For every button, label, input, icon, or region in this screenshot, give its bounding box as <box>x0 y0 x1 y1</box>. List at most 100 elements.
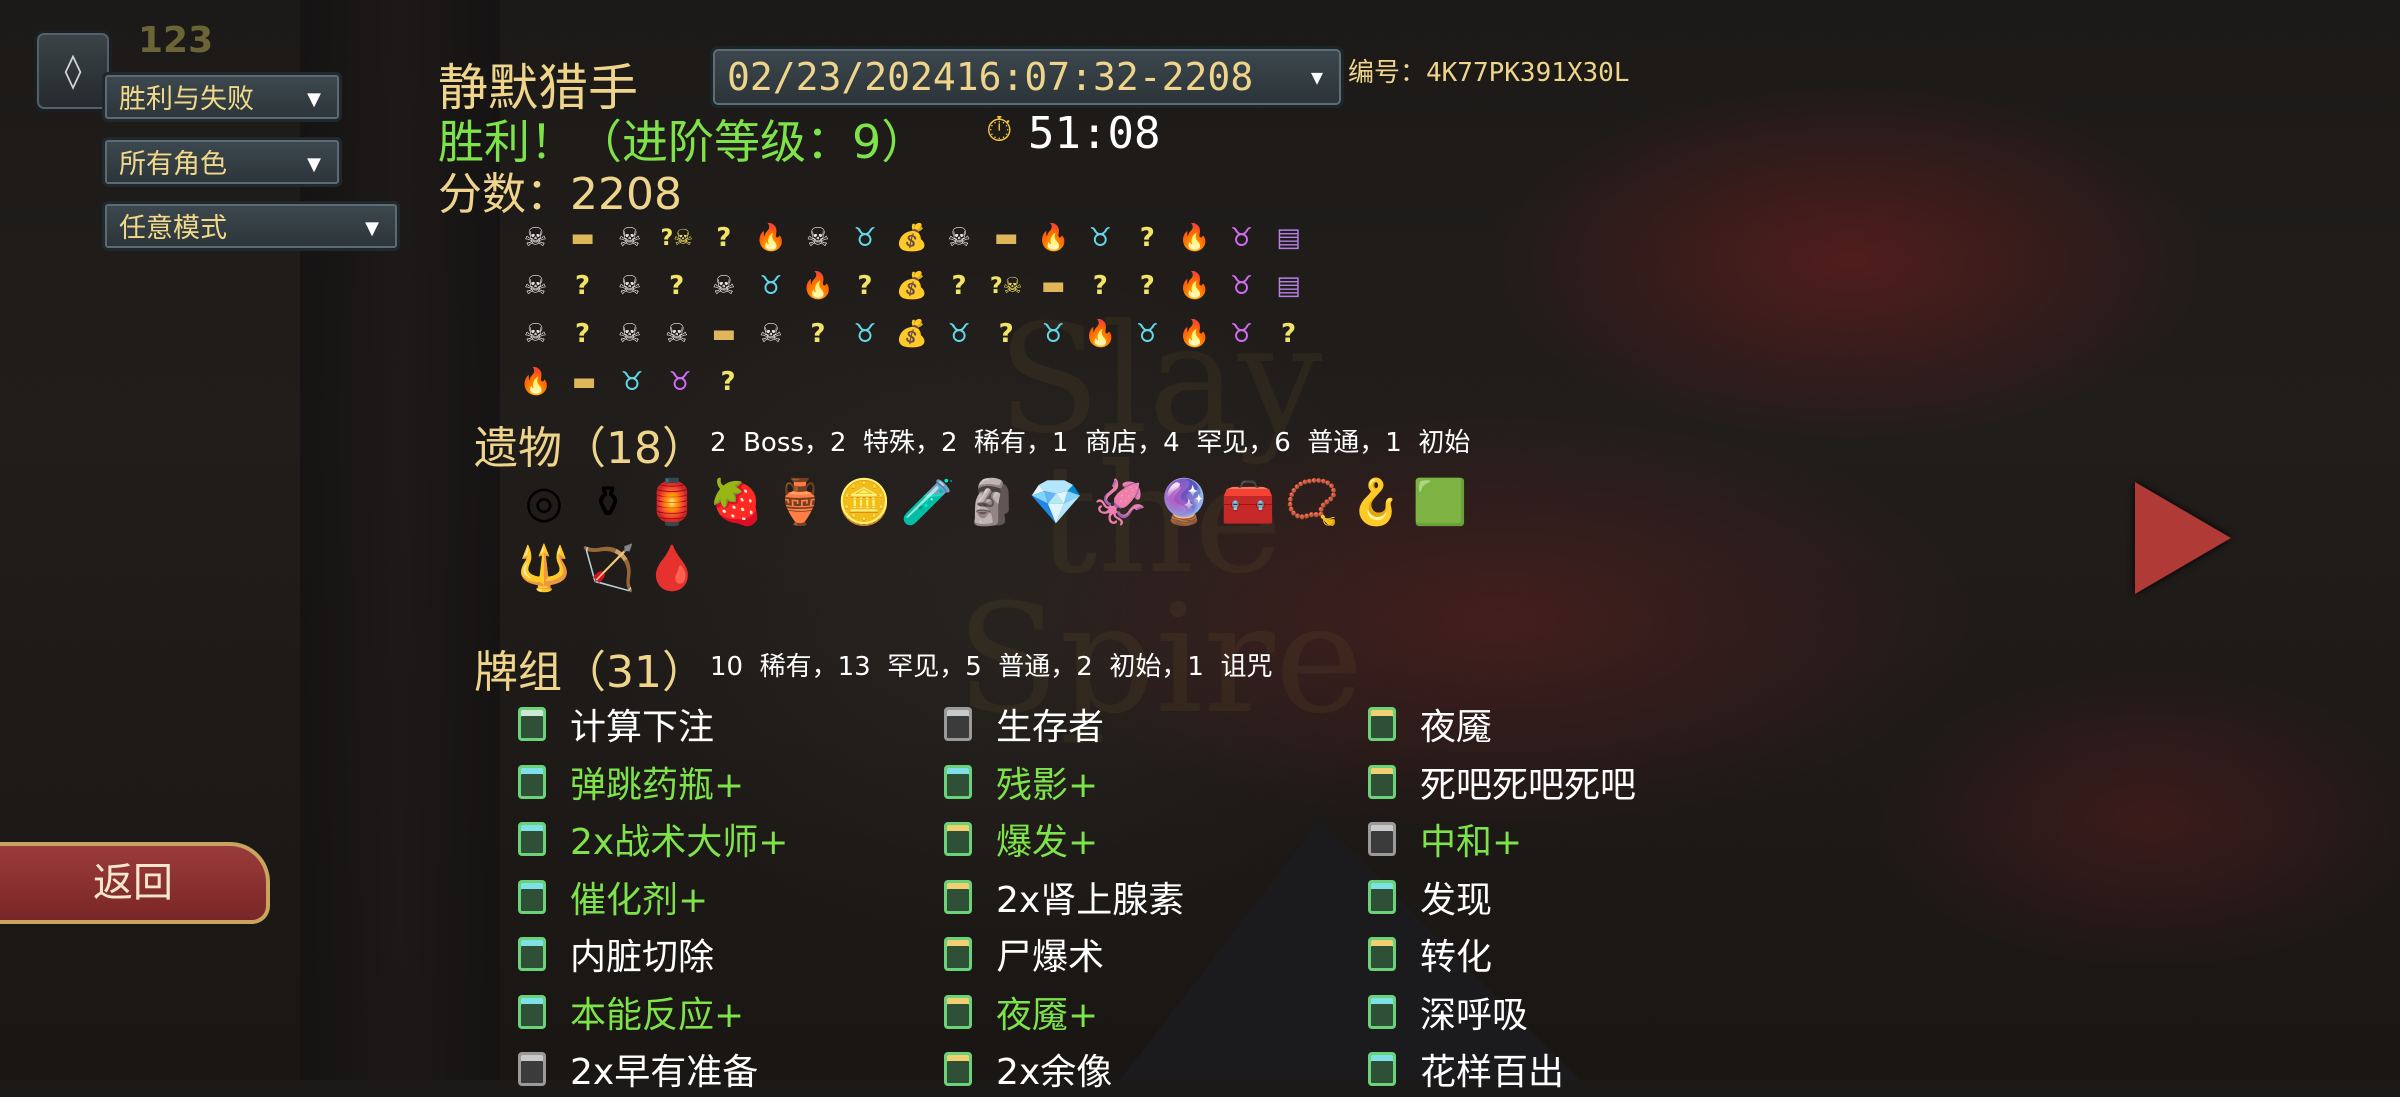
blood-vial-relic-icon[interactable]: 🩸 <box>640 536 704 600</box>
compendium-button[interactable]: ◊ <box>34 30 112 112</box>
crystal-relic-icon[interactable]: 💎 <box>1024 470 1088 534</box>
orb-relic-icon[interactable]: 🔮 <box>1152 470 1216 534</box>
deck-card[interactable]: 2x余像 <box>944 1041 1112 1097</box>
boss-room-icon[interactable]: ♉ <box>1218 310 1265 358</box>
event-room-icon[interactable]: ? <box>983 310 1030 358</box>
event-room-icon[interactable]: ? <box>704 358 752 406</box>
elite-room-icon[interactable]: ♉ <box>1124 310 1171 358</box>
treasure-room-icon[interactable]: ▬ <box>1030 262 1077 310</box>
next-run-arrow-icon[interactable] <box>2135 482 2231 594</box>
event-room-icon[interactable]: ? <box>794 310 841 358</box>
unknown-monster-room-icon[interactable]: ?☠ <box>983 262 1030 310</box>
deck-card[interactable]: 夜魇 <box>1368 696 1492 752</box>
elite-room-icon[interactable]: ♉ <box>1077 214 1124 262</box>
event-room-icon[interactable]: ? <box>1077 262 1124 310</box>
deck-card[interactable]: 生存者 <box>944 696 1104 752</box>
monster-room-icon[interactable]: ☠ <box>512 262 559 310</box>
red-claw-relic-icon[interactable]: 🦑 <box>1088 470 1152 534</box>
bow-relic-icon[interactable]: 🏹 <box>576 536 640 600</box>
treasure-room-icon[interactable]: ▬ <box>983 214 1030 262</box>
event-room-icon[interactable]: ? <box>1124 262 1171 310</box>
treasure-room-icon[interactable]: ▬ <box>559 214 606 262</box>
monster-room-icon[interactable]: ☠ <box>700 262 747 310</box>
elite-room-icon[interactable]: ♉ <box>608 358 656 406</box>
deck-card[interactable]: 夜魇+ <box>944 984 1098 1040</box>
monster-room-icon[interactable]: ☠ <box>794 214 841 262</box>
elite-room-icon[interactable]: ♉ <box>1030 310 1077 358</box>
event-room-icon[interactable]: ? <box>653 262 700 310</box>
rest-room-icon[interactable]: 🔥 <box>1171 262 1218 310</box>
elite-room-icon[interactable]: ♉ <box>936 310 983 358</box>
event-room-icon[interactable]: ? <box>700 214 747 262</box>
event-room-icon[interactable]: ? <box>1265 310 1312 358</box>
monster-room-icon[interactable]: ☠ <box>606 214 653 262</box>
rest-room-icon[interactable]: 🔥 <box>512 358 560 406</box>
elite-room-icon[interactable]: ♉ <box>747 262 794 310</box>
boss-room-icon[interactable]: ♉ <box>1218 262 1265 310</box>
blue-lantern-relic-icon[interactable]: 🏮 <box>640 470 704 534</box>
shop-room-icon[interactable]: 💰 <box>889 310 936 358</box>
elite-room-icon[interactable]: ♉ <box>841 310 888 358</box>
back-button[interactable]: 返回 <box>0 842 270 924</box>
boss-room-icon[interactable]: ♉ <box>656 358 704 406</box>
deck-card[interactable]: 死吧死吧死吧 <box>1368 754 1636 810</box>
event-room-icon[interactable]: ? <box>559 310 606 358</box>
purple-pot-relic-icon[interactable]: 🏺 <box>768 470 832 534</box>
treasure-room-icon[interactable]: ▬ <box>700 310 747 358</box>
deck-card[interactable]: 转化 <box>1368 926 1492 982</box>
event-room-icon[interactable]: ? <box>936 262 983 310</box>
deck-card[interactable]: 2x早有准备 <box>518 1041 758 1097</box>
monster-room-icon[interactable]: ☠ <box>512 310 559 358</box>
pipe-relic-icon[interactable]: 🪝 <box>1344 470 1408 534</box>
deck-card[interactable]: 2x肾上腺素 <box>944 869 1184 925</box>
outcome-filter-dropdown[interactable]: 胜利与失败 ▼ <box>102 72 342 122</box>
deck-card[interactable]: 残影+ <box>944 754 1098 810</box>
monster-room-icon[interactable]: ☠ <box>936 214 983 262</box>
deck-card[interactable]: 催化剂+ <box>518 869 708 925</box>
treasure-room-icon[interactable]: ▬ <box>560 358 608 406</box>
event-room-icon[interactable]: ? <box>559 262 606 310</box>
deck-card[interactable]: 深呼吸 <box>1368 984 1528 1040</box>
blue-potion-relic-icon[interactable]: 🧪 <box>896 470 960 534</box>
rest-room-icon[interactable]: 🔥 <box>794 262 841 310</box>
deck-card[interactable]: 中和+ <box>1368 811 1522 867</box>
run-select-dropdown[interactable]: 02/23/202416:07:32-2208 ▼ <box>710 46 1344 108</box>
deck-card[interactable]: 尸爆术 <box>944 926 1104 982</box>
green-urn-relic-icon[interactable]: ⚱ <box>576 470 640 534</box>
rest-room-icon[interactable]: 🔥 <box>1077 310 1124 358</box>
deck-card[interactable]: 花样百出 <box>1368 1041 1564 1097</box>
deck-card[interactable]: 内脏切除 <box>518 926 714 982</box>
monster-room-icon[interactable]: ☠ <box>747 310 794 358</box>
rest-room-icon[interactable]: 🔥 <box>747 214 794 262</box>
monster-room-icon[interactable]: ☠ <box>606 262 653 310</box>
event-room-icon[interactable]: ? <box>1124 214 1171 262</box>
elite-room-icon[interactable]: ♉ <box>841 214 888 262</box>
boss-room-icon[interactable]: ♉ <box>1218 214 1265 262</box>
beads-relic-icon[interactable]: 📿 <box>1280 470 1344 534</box>
event-room-icon[interactable]: ? <box>841 262 888 310</box>
bosschest-room-icon[interactable]: ▤ <box>1265 214 1312 262</box>
deck-card[interactable]: 2x战术大师+ <box>518 811 788 867</box>
idol-relic-icon[interactable]: 🗿 <box>960 470 1024 534</box>
shop-room-icon[interactable]: 💰 <box>889 214 936 262</box>
deck-card[interactable]: 本能反应+ <box>518 984 744 1040</box>
rest-room-icon[interactable]: 🔥 <box>1171 214 1218 262</box>
chest-relic-icon[interactable]: 🧰 <box>1216 470 1280 534</box>
monster-room-icon[interactable]: ☠ <box>653 310 700 358</box>
mode-filter-dropdown[interactable]: 任意模式 ▼ <box>102 201 400 251</box>
shop-room-icon[interactable]: 💰 <box>889 262 936 310</box>
rest-room-icon[interactable]: 🔥 <box>1030 214 1077 262</box>
deck-card[interactable]: 弹跳药瓶+ <box>518 754 744 810</box>
deck-card[interactable]: 爆发+ <box>944 811 1098 867</box>
monster-room-icon[interactable]: ☠ <box>512 214 559 262</box>
ring-relic-icon[interactable]: ◎ <box>512 470 576 534</box>
deck-card[interactable]: 发现 <box>1368 869 1492 925</box>
fork-relic-icon[interactable]: 🔱 <box>512 536 576 600</box>
green-bar-relic-icon[interactable]: 🟩 <box>1408 470 1472 534</box>
character-filter-dropdown[interactable]: 所有角色 ▼ <box>102 137 342 187</box>
gold-coin-relic-icon[interactable]: 🪙 <box>832 470 896 534</box>
rest-room-icon[interactable]: 🔥 <box>1171 310 1218 358</box>
monster-room-icon[interactable]: ☠ <box>606 310 653 358</box>
unknown-monster-room-icon[interactable]: ?☠ <box>653 214 700 262</box>
strawberry-relic-icon[interactable]: 🍓 <box>704 470 768 534</box>
